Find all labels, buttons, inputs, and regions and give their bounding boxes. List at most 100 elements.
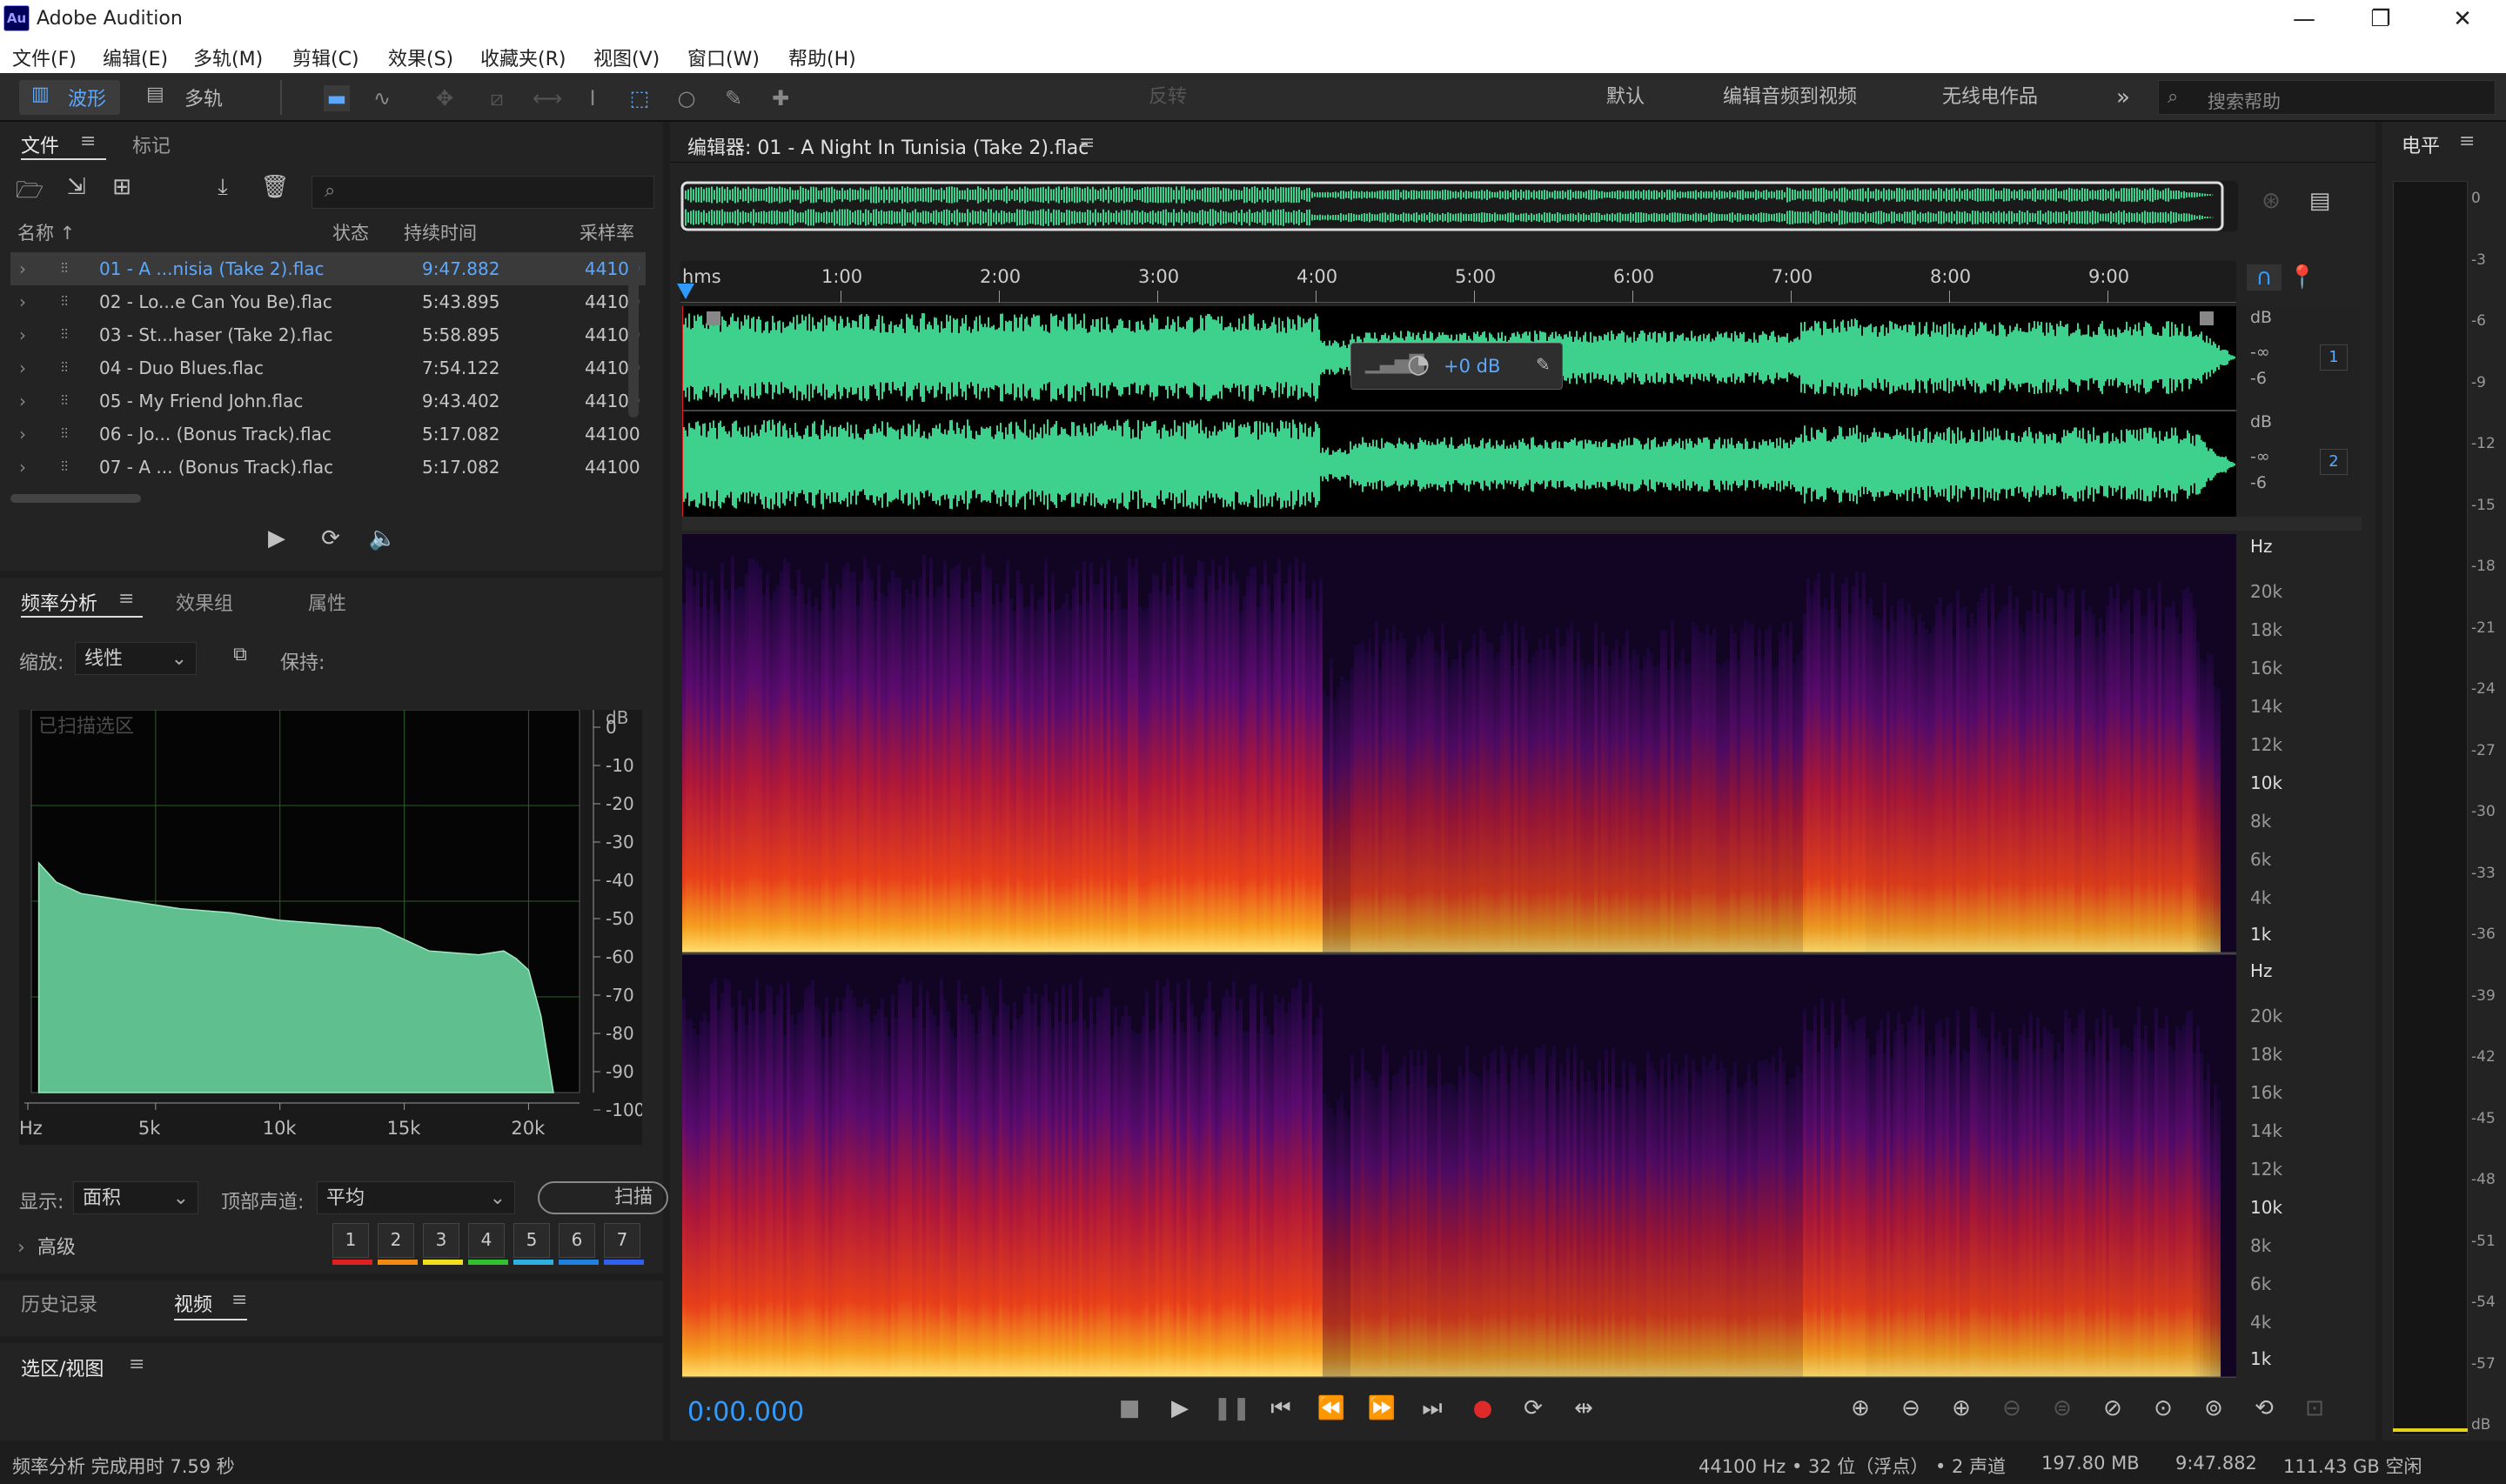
editor-menu-icon[interactable]: ≡	[1079, 132, 1095, 154]
tab-files[interactable]: 文件	[21, 130, 59, 158]
channel-select[interactable]: 平均 ⌄	[317, 1181, 515, 1214]
stop-icon[interactable]: ■	[1112, 1395, 1147, 1421]
menu-clip[interactable]: 剪辑(C)	[292, 43, 359, 71]
tab-video[interactable]: 视频	[174, 1289, 212, 1317]
skip-to-end-icon[interactable]: ⏭	[1415, 1395, 1450, 1422]
close-button[interactable]: ✕	[2428, 2, 2497, 37]
channel-2-toggle[interactable]: 2	[2320, 449, 2348, 475]
menu-window[interactable]: 窗口(W)	[687, 43, 760, 71]
waveform-view-button[interactable]: ▥ 波形	[19, 80, 120, 115]
rewind-icon[interactable]: ⏪	[1314, 1395, 1349, 1421]
brush-tool-icon[interactable]: ✎	[720, 85, 747, 111]
scan-button[interactable]: 扫描	[538, 1181, 668, 1214]
column-duration[interactable]: 持续时间	[404, 219, 477, 245]
log-view-toggle-icon[interactable]: ⧉	[223, 644, 258, 665]
zoom-selection-icon[interactable]: ⊙	[2146, 1395, 2181, 1421]
delete-icon[interactable]: 🗑	[258, 174, 292, 200]
overview-navigator[interactable]	[680, 181, 2238, 231]
insert-into-multitrack-icon[interactable]: ⤓	[205, 174, 240, 201]
tab-history[interactable]: 历史记录	[21, 1289, 97, 1317]
menu-favorites[interactable]: 收藏夹(R)	[480, 43, 566, 71]
advanced-toggle[interactable]: › 高级	[17, 1232, 76, 1260]
tab-frequency-analysis[interactable]: 频率分析	[21, 588, 97, 616]
files-search-input[interactable]: ⌕	[312, 176, 654, 209]
selection-panel-menu-icon[interactable]: ≡	[129, 1354, 144, 1375]
hold-button-7[interactable]: 7	[604, 1223, 640, 1258]
zoom-out-full-icon[interactable]: ⊜	[2045, 1395, 2080, 1421]
spectral-frequency-display[interactable]	[682, 534, 2236, 1378]
hold-button-6[interactable]: 6	[559, 1223, 595, 1258]
hold-button-5[interactable]: 5	[513, 1223, 550, 1258]
play-icon[interactable]: ▶	[259, 525, 294, 551]
chevron-right-icon[interactable]: ›	[19, 451, 26, 484]
loop-playback-icon[interactable]: ⟳	[1516, 1395, 1551, 1421]
marquee-tool-icon[interactable]: ⬚	[626, 85, 653, 111]
loop-icon[interactable]: ⟳	[313, 525, 348, 551]
new-file-icon[interactable]: ⊞	[104, 174, 139, 200]
pause-icon[interactable]: ❚❚	[1213, 1395, 1251, 1421]
workspace-radio[interactable]: 无线电作品	[1942, 82, 2038, 113]
current-time-display[interactable]: 0:00.000	[687, 1397, 804, 1427]
zoom-reset-icon[interactable]: ⟲	[2247, 1395, 2282, 1421]
file-list-row[interactable]: › ⫶⫶ 05 - My Friend John.flac 9:43.402 44100	[10, 384, 646, 418]
spectral-display-icon[interactable]: ▬	[324, 85, 350, 111]
tab-effects-rack[interactable]: 效果组	[176, 588, 233, 616]
file-list-hscrollbar[interactable]	[10, 494, 141, 503]
move-tool-icon[interactable]: ✥	[432, 85, 458, 111]
zoom-in-point-icon[interactable]: ⊘	[2095, 1395, 2130, 1421]
file-list-row[interactable]: › ⫶⫶ 04 - Duo Blues.flac 7:54.122 44100	[10, 351, 646, 384]
history-panel-menu-icon[interactable]: ≡	[231, 1289, 247, 1311]
display-divider[interactable]	[682, 517, 2362, 531]
marker-pin-icon[interactable]: 📍	[2285, 264, 2320, 291]
workspace-default[interactable]: 默认	[1606, 82, 1645, 113]
display-options-icon[interactable]: ▤	[2302, 188, 2337, 214]
menu-help[interactable]: 帮助(H)	[788, 43, 856, 71]
chevron-right-icon[interactable]: ›	[19, 351, 26, 384]
column-name[interactable]: 名称 ↑	[17, 219, 75, 245]
menu-edit[interactable]: 编辑(E)	[103, 43, 168, 71]
fast-forward-icon[interactable]: ⏩	[1364, 1395, 1399, 1421]
hud-volume-control[interactable]: ▁▃▅▇ ◔ +0 dB ✎	[1350, 343, 1563, 390]
open-file-icon[interactable]: 🗁	[12, 174, 47, 212]
multitrack-view-button[interactable]: ▤ 多轨	[139, 80, 240, 115]
record-icon[interactable]: ●	[1465, 1395, 1500, 1421]
hold-button-2[interactable]: 2	[378, 1223, 414, 1258]
tab-markers[interactable]: 标记	[132, 130, 171, 158]
import-file-icon[interactable]: ⇲	[59, 174, 94, 200]
skip-selection-icon[interactable]: ⇹	[1566, 1395, 1601, 1421]
zoom-select[interactable]: 线性 ⌄	[75, 642, 197, 675]
time-selection-tool-icon[interactable]: I	[580, 85, 606, 111]
invert-button[interactable]: 反转	[1149, 82, 1187, 113]
workspace-edit-video[interactable]: 编辑音频到视频	[1723, 82, 1857, 113]
slip-tool-icon[interactable]: ⟷	[533, 85, 562, 111]
snap-icon[interactable]: ∩	[2247, 264, 2282, 291]
channel-1-toggle[interactable]: 1	[2320, 344, 2348, 371]
chevron-right-icon[interactable]: ›	[19, 318, 26, 351]
zoom-to-selection-icon[interactable]: ⊛	[2254, 188, 2288, 214]
level-meter-menu-icon[interactable]: ≡	[2459, 130, 2475, 152]
menu-file[interactable]: 文件(F)	[12, 43, 77, 71]
column-status[interactable]: 状态	[332, 219, 369, 245]
freq-panel-menu-icon[interactable]: ≡	[118, 588, 134, 610]
autoplay-volume-icon[interactable]: 🔈	[365, 525, 400, 551]
menu-effects[interactable]: 效果(S)	[388, 43, 453, 71]
razor-tool-icon[interactable]: ⧄	[484, 85, 510, 111]
chevron-right-icon[interactable]: ›	[19, 285, 26, 318]
zoom-in-time-icon[interactable]: ⊕	[1944, 1395, 1979, 1421]
file-list-row[interactable]: › ⫶⫶ 02 - Lo...e Can You Be).flac 5:43.895 4…	[10, 285, 646, 318]
skip-to-start-icon[interactable]: ⏮	[1263, 1395, 1298, 1422]
files-panel-menu-icon[interactable]: ≡	[80, 130, 96, 152]
display-select[interactable]: 面积 ⌄	[73, 1181, 198, 1214]
file-list-scrollbar[interactable]	[628, 252, 639, 418]
column-sample-rate[interactable]: 采样率	[580, 219, 634, 245]
zoom-both-icon[interactable]: ⊚	[2196, 1395, 2231, 1421]
chevron-right-icon[interactable]: ›	[19, 418, 26, 451]
playhead-marker[interactable]	[677, 284, 694, 299]
search-help-field[interactable]: ⌕ 搜索帮助	[2158, 80, 2496, 115]
maximize-button[interactable]: ❐	[2346, 2, 2416, 37]
tab-properties[interactable]: 属性	[308, 588, 346, 616]
file-list-row[interactable]: › ⫶⫶ 03 - St...haser (Take 2).flac 5:58.895…	[10, 318, 646, 351]
hold-button-4[interactable]: 4	[468, 1223, 505, 1258]
file-list-row[interactable]: › ⫶⫶ 07 - A ... (Bonus Track).flac 5:17.082…	[10, 451, 646, 484]
hold-button-3[interactable]: 3	[423, 1223, 459, 1258]
